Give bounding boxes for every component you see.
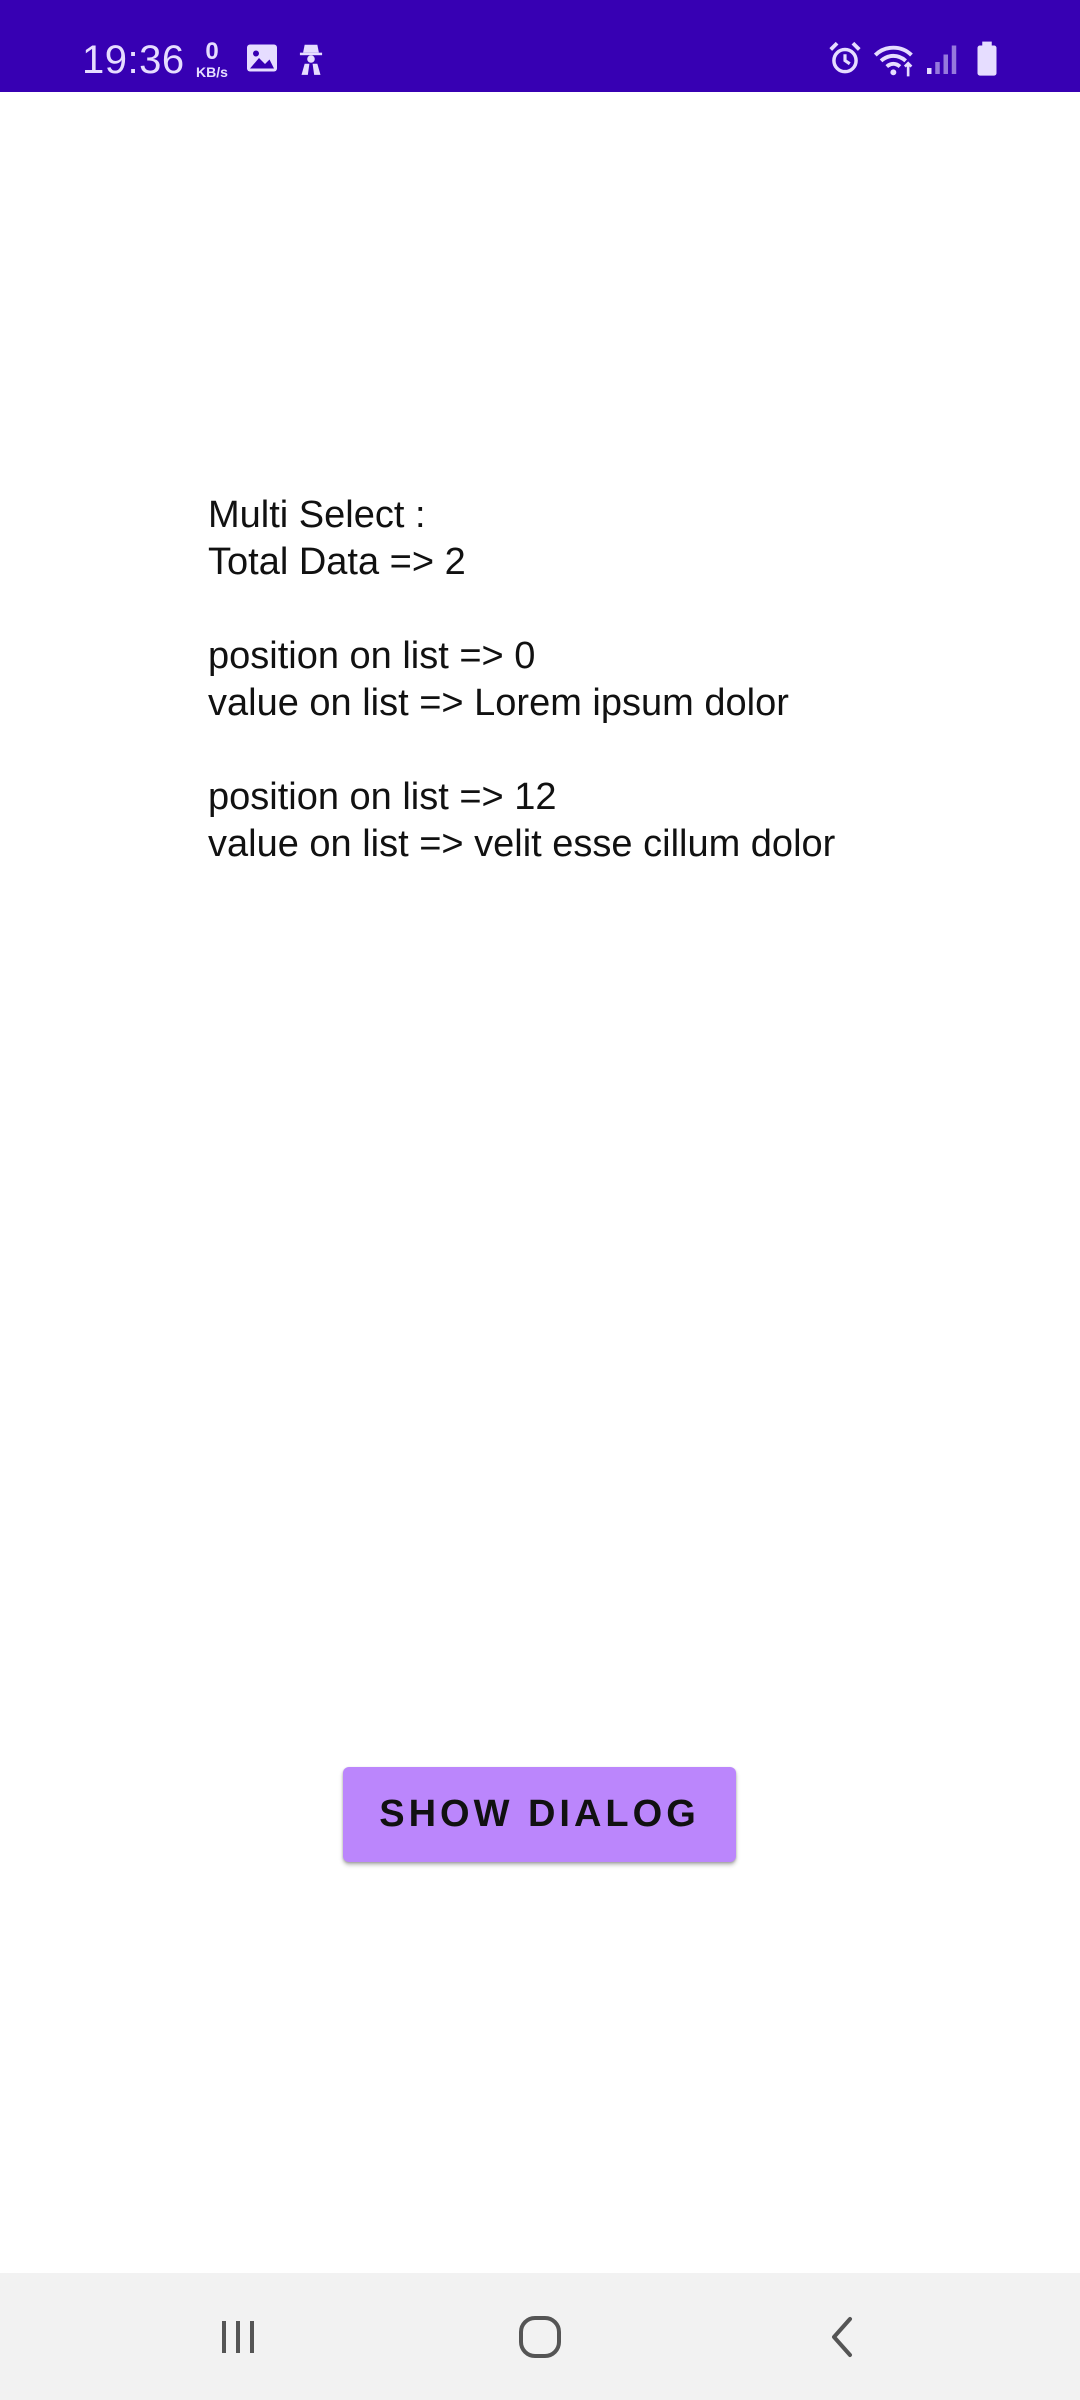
recents-icon bbox=[222, 2320, 254, 2353]
status-bar: 19:36 0 KB/s bbox=[0, 0, 1080, 92]
home-button[interactable] bbox=[460, 2273, 620, 2400]
item-value-text: value on list => velit esse cillum dolor bbox=[208, 823, 836, 865]
wifi-icon bbox=[872, 40, 918, 80]
back-icon bbox=[832, 2316, 852, 2357]
alarm-icon bbox=[826, 40, 864, 80]
item-position-text: position on list => 0 bbox=[208, 635, 536, 677]
screen: 19:36 0 KB/s Multi Select: Total Data =… bbox=[0, 0, 1080, 2400]
home-icon bbox=[519, 2315, 561, 2358]
selection-result-text: Multi Select : Total Data => 2 position … bbox=[208, 492, 1008, 868]
item-position-text: position on list => 12 bbox=[208, 776, 557, 818]
show-dialog-button[interactable]: SHOW DIALOG bbox=[343, 1767, 736, 1862]
multi-select-heading: Multi Select : bbox=[208, 494, 426, 536]
back-button[interactable] bbox=[762, 2273, 922, 2400]
data-speed-indicator: 0 KB/s bbox=[190, 40, 234, 84]
signal-icon bbox=[924, 40, 960, 80]
image-icon bbox=[244, 40, 280, 80]
total-data-text: Total Data => 2 bbox=[208, 541, 466, 583]
item-value-text: value on list => Lorem ipsum dolor bbox=[208, 682, 789, 724]
incognito-icon bbox=[292, 40, 330, 80]
navigation-bar bbox=[0, 2273, 1080, 2400]
recents-button[interactable] bbox=[158, 2273, 318, 2400]
status-time: 19:36 bbox=[82, 38, 185, 82]
battery-icon bbox=[972, 40, 1002, 80]
data-speed-unit: KB/s bbox=[196, 64, 228, 80]
data-speed-value: 0 bbox=[205, 38, 219, 65]
